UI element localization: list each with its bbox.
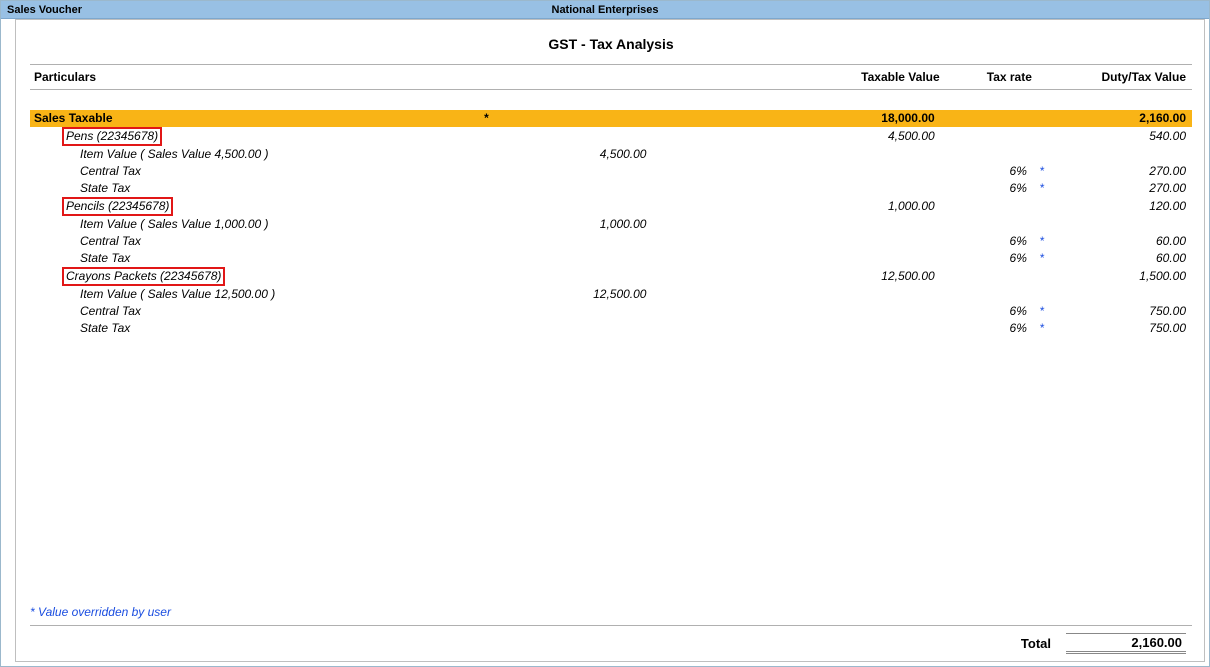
item-name: Pencils (22345678) [62,197,173,216]
asterisk-icon: * [1033,180,1054,197]
total-row: Total 2,160.00 [30,625,1192,655]
tax-rate: 6% [941,233,1033,250]
summary-ast [1033,110,1054,127]
tax-label: Central Tax [30,163,480,180]
col-taxable: Taxable Value [652,69,940,85]
item-value-amt: 4,500.00 [480,146,653,163]
tax-rate: 6% [941,180,1033,197]
window: Sales Voucher National Enterprises GST -… [0,0,1210,667]
spacer [30,90,1192,110]
item-value-amt: 1,000.00 [480,216,653,233]
tax-row: State Tax 6% * 60.00 [30,250,1192,267]
item-value-row: Item Value ( Sales Value 1,000.00 ) 1,00… [30,216,1192,233]
column-header-row: Particulars Taxable Value Tax rate Duty/… [30,64,1192,90]
total-value: 2,160.00 [1066,633,1186,654]
title-center: National Enterprises [1,1,1209,19]
data-grid: Sales Taxable * 18,000.00 2,160.00 Pens … [30,110,1192,337]
tax-label: State Tax [30,180,480,197]
tax-label: Central Tax [30,303,480,320]
summary-mark: * [480,110,653,127]
summary-taxable: 18,000.00 [652,110,940,127]
item-duty: 1,500.00 [1054,267,1192,286]
tax-row: State Tax 6% * 750.00 [30,320,1192,337]
item-row[interactable]: Pencils (22345678) 1,000.00 120.00 [30,197,1192,216]
col-ast [1033,69,1054,85]
asterisk-icon: * [1033,303,1054,320]
item-value-row: Item Value ( Sales Value 4,500.00 ) 4,50… [30,146,1192,163]
asterisk-icon: * [1033,250,1054,267]
item-value-amt: 12,500.00 [480,286,653,303]
item-taxable: 4,500.00 [652,127,940,146]
col-value [480,69,653,85]
tax-label: State Tax [30,320,480,337]
tax-row: Central Tax 6% * 270.00 [30,163,1192,180]
tax-rate: 6% [941,250,1033,267]
title-bar: Sales Voucher National Enterprises [1,1,1209,19]
tax-label: State Tax [30,250,480,267]
tax-row: State Tax 6% * 270.00 [30,180,1192,197]
tax-duty: 270.00 [1054,163,1192,180]
col-particulars: Particulars [30,69,480,85]
report-panel: GST - Tax Analysis Particulars Taxable V… [15,19,1205,662]
item-taxable: 12,500.00 [652,267,940,286]
col-duty: Duty/Tax Value [1054,69,1192,85]
title-left: Sales Voucher [7,1,82,19]
asterisk-icon: * [1033,233,1054,250]
item-name: Pens (22345678) [62,127,162,146]
tax-rate: 6% [941,320,1033,337]
item-name: Crayons Packets (22345678) [62,267,225,286]
item-value-row: Item Value ( Sales Value 12,500.00 ) 12,… [30,286,1192,303]
item-value-label: Item Value ( Sales Value 1,000.00 ) [30,216,480,233]
tax-row: Central Tax 6% * 750.00 [30,303,1192,320]
tax-duty: 750.00 [1054,303,1192,320]
item-taxable: 1,000.00 [652,197,940,216]
footnote: * Value overridden by user [30,605,171,619]
tax-label: Central Tax [30,233,480,250]
summary-duty: 2,160.00 [1054,110,1192,127]
tax-duty: 270.00 [1054,180,1192,197]
item-duty: 120.00 [1054,197,1192,216]
tax-duty: 60.00 [1054,250,1192,267]
tax-duty: 750.00 [1054,320,1192,337]
item-duty: 540.00 [1054,127,1192,146]
report-title: GST - Tax Analysis [30,28,1192,64]
tax-rate: 6% [941,163,1033,180]
item-row[interactable]: Crayons Packets (22345678) 12,500.00 1,5… [30,267,1192,286]
summary-rate [941,110,1033,127]
col-rate: Tax rate [941,69,1033,85]
summary-row[interactable]: Sales Taxable * 18,000.00 2,160.00 [30,110,1192,127]
asterisk-icon: * [1033,163,1054,180]
total-label: Total [30,632,1052,655]
item-value-label: Item Value ( Sales Value 4,500.00 ) [30,146,480,163]
asterisk-icon: * [1033,320,1054,337]
tax-rate: 6% [941,303,1033,320]
summary-label: Sales Taxable [30,110,480,127]
item-row[interactable]: Pens (22345678) 4,500.00 540.00 [30,127,1192,146]
item-value-label: Item Value ( Sales Value 12,500.00 ) [30,286,480,303]
tax-duty: 60.00 [1054,233,1192,250]
tax-row: Central Tax 6% * 60.00 [30,233,1192,250]
